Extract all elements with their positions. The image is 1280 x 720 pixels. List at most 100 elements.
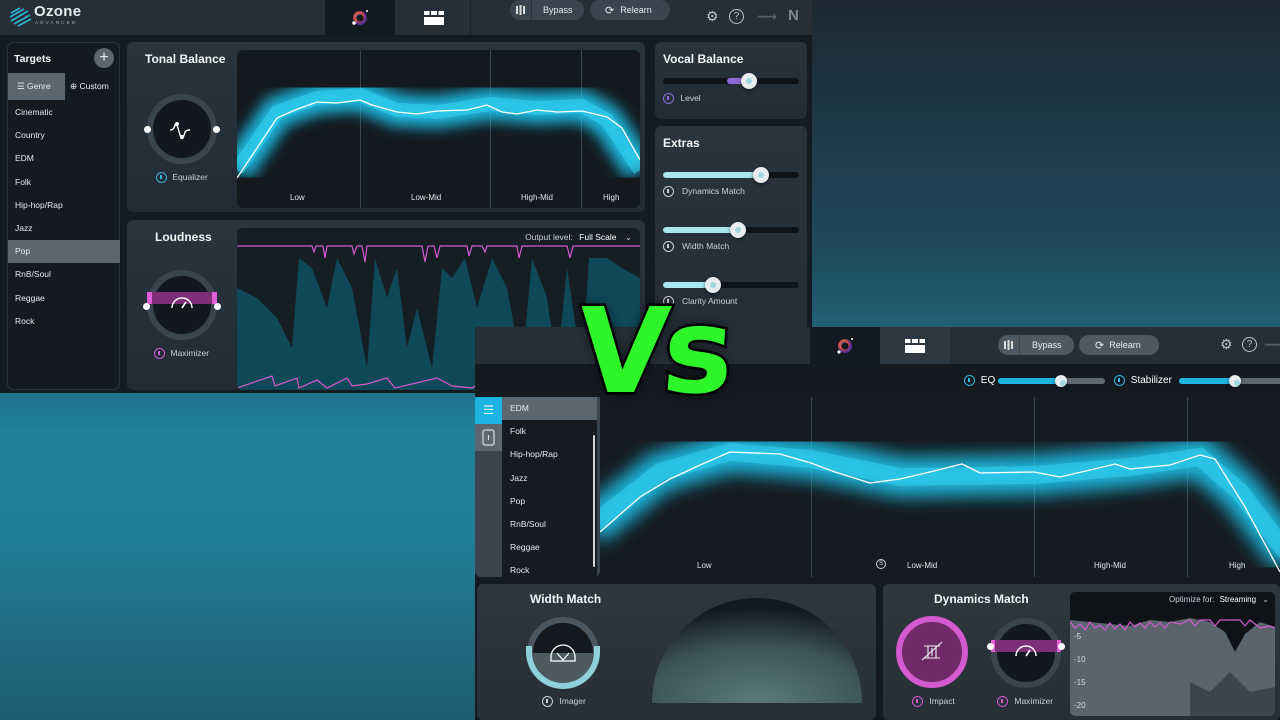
tab-modules[interactable] <box>396 0 471 35</box>
help-icon[interactable]: ? <box>1242 337 1257 352</box>
power-icon[interactable] <box>663 241 674 253</box>
tab-genre[interactable]: ☰ Genre <box>8 73 65 100</box>
bypass-button[interactable]: Bypass <box>998 335 1074 355</box>
genre-item[interactable]: Folk <box>8 171 120 194</box>
relearn-button[interactable]: ⟳ Relearn <box>590 0 670 20</box>
relearn-button[interactable]: ⟳ Relearn <box>1079 335 1159 355</box>
maximizer-power-icon[interactable] <box>154 348 165 360</box>
maximizer-knob[interactable] <box>143 270 221 340</box>
extras-slider-module[interactable]: Width Match <box>663 241 729 253</box>
y-tick-label: -5 <box>1074 632 1082 641</box>
eq-module[interactable]: EQ <box>964 375 995 386</box>
stabilizer-slider[interactable] <box>1179 375 1280 387</box>
genre-item[interactable]: Cinematic <box>8 101 120 124</box>
assistant-orb-icon <box>352 9 368 25</box>
settings-gear-icon[interactable]: ⚙ <box>1220 336 1233 353</box>
maximizer-module[interactable]: Maximizer <box>154 348 209 360</box>
bypass-button[interactable]: Bypass <box>510 0 584 20</box>
genre-list-tab[interactable]: ☰ <box>475 397 502 424</box>
solo-button[interactable]: S <box>876 559 886 569</box>
link-icon[interactable]: ⟿ <box>1264 336 1280 353</box>
extras-slider[interactable] <box>663 167 799 183</box>
help-icon[interactable]: ? <box>729 9 744 24</box>
vocal-level-module[interactable]: Level <box>663 93 701 105</box>
settings-gear-icon[interactable]: ⚙ <box>706 8 719 25</box>
list-icon: ☰ <box>17 81 27 91</box>
knob-handle-left[interactable] <box>143 303 150 310</box>
impact-module[interactable]: Impact <box>912 696 955 708</box>
chevron-down-icon: ⌄ <box>624 232 632 242</box>
power-icon[interactable] <box>663 186 674 198</box>
imager-power-icon[interactable] <box>542 696 553 708</box>
dropdown-genre-item[interactable]: Jazz <box>502 467 597 490</box>
dropdown-genre-item[interactable]: Pop <box>502 490 597 513</box>
genre-item[interactable]: EDM <box>8 147 120 170</box>
assistant-orb-icon <box>837 337 853 354</box>
impact-label: Impact <box>929 696 955 706</box>
extras-slider-label: Dynamics Match <box>682 186 745 196</box>
equalizer-power-icon[interactable] <box>156 172 167 184</box>
eq-power-icon[interactable] <box>964 375 975 386</box>
genre-item[interactable]: Country <box>8 124 120 147</box>
stabilizer-power-icon[interactable] <box>1114 375 1125 386</box>
extras-slider-knob[interactable] <box>729 222 746 238</box>
band-label-high-mid: High-Mid <box>521 193 554 202</box>
add-target-button[interactable]: + <box>94 48 114 68</box>
maximizer-knob[interactable] <box>987 618 1065 688</box>
knob-handle-right[interactable] <box>213 126 220 133</box>
output-level-dropdown[interactable]: Output level: Full Scale ⌄ <box>525 232 632 243</box>
extras-slider-module[interactable]: Dynamics Match <box>663 186 745 198</box>
dropdown-genre-item[interactable]: RnB/Soul <box>502 513 597 536</box>
versus-overlay-text: Vs <box>571 280 735 423</box>
level-power-icon[interactable] <box>663 93 674 105</box>
genre-item[interactable]: Hip-hop/Rap <box>8 194 120 217</box>
impact-knob[interactable] <box>896 616 968 688</box>
dynamics-graph: -5 -10 -15 -20 Optimize for: Streaming ⌄ <box>1070 592 1275 716</box>
tab-assistant[interactable] <box>810 327 880 364</box>
tonal-balance-graph: Low Low-Mid High-Mid High <box>237 50 640 208</box>
ozone-logo-icon <box>9 7 32 27</box>
stabilizer-module[interactable]: Stabilizer <box>1114 375 1172 386</box>
vocal-level-slider[interactable] <box>663 73 799 89</box>
extras-slider[interactable] <box>663 222 799 238</box>
maximizer-power-icon[interactable] <box>997 696 1008 708</box>
equalizer-knob[interactable] <box>144 94 220 164</box>
dropdown-scrollbar[interactable] <box>593 435 595 567</box>
link-icon[interactable]: ⟿ <box>757 8 777 25</box>
genre-item[interactable]: Reggae <box>8 287 120 310</box>
dropdown-genre-item[interactable]: Reggae <box>502 536 597 559</box>
tab-custom[interactable]: ⊕ Custom <box>65 73 121 100</box>
knob-handle-left[interactable] <box>987 643 994 650</box>
genre-item[interactable]: Rock <box>8 310 120 333</box>
eq-slider[interactable] <box>998 375 1105 387</box>
knob-handle-right[interactable] <box>214 303 221 310</box>
band-label-high: High <box>1229 561 1246 570</box>
modules-grid-icon <box>423 10 444 25</box>
genre-item[interactable]: RnB/Soul <box>8 263 120 286</box>
genre-item[interactable]: Pop <box>8 240 120 264</box>
stereo-vectorscope <box>652 598 862 703</box>
maximizer-module[interactable]: Maximizer <box>997 696 1053 708</box>
imager-module[interactable]: Imager <box>542 696 586 708</box>
dropdown-genre-item[interactable]: Folk <box>502 420 597 443</box>
tab-assistant[interactable] <box>325 0 395 35</box>
dropdown-genre-item[interactable]: Hip-hop/Rap <box>502 443 597 466</box>
tab-modules[interactable] <box>880 327 950 364</box>
impact-power-icon[interactable] <box>912 696 923 708</box>
equalizer-module[interactable]: Equalizer <box>156 172 208 184</box>
knob-handle-left[interactable] <box>144 126 151 133</box>
dropdown-genre-item[interactable]: Rock <box>502 559 597 582</box>
impact-icon <box>921 641 943 661</box>
stabilizer-slider-knob[interactable] <box>1229 375 1241 387</box>
vocal-level-knob[interactable] <box>741 73 757 89</box>
eq-slider-knob[interactable] <box>1055 375 1067 387</box>
custom-file-tab[interactable] <box>475 424 502 451</box>
bypass-icon <box>998 335 1020 355</box>
knob-handle-right[interactable] <box>1058 643 1065 650</box>
y-tick-label: -15 <box>1074 678 1086 687</box>
optimize-for-dropdown[interactable]: Optimize for: Streaming ⌄ <box>1169 595 1269 604</box>
relearn-icon: ⟳ <box>605 4 615 17</box>
extras-slider-knob[interactable] <box>752 167 769 183</box>
genre-item[interactable]: Jazz <box>8 217 120 240</box>
list-icon: ☰ <box>483 403 494 417</box>
